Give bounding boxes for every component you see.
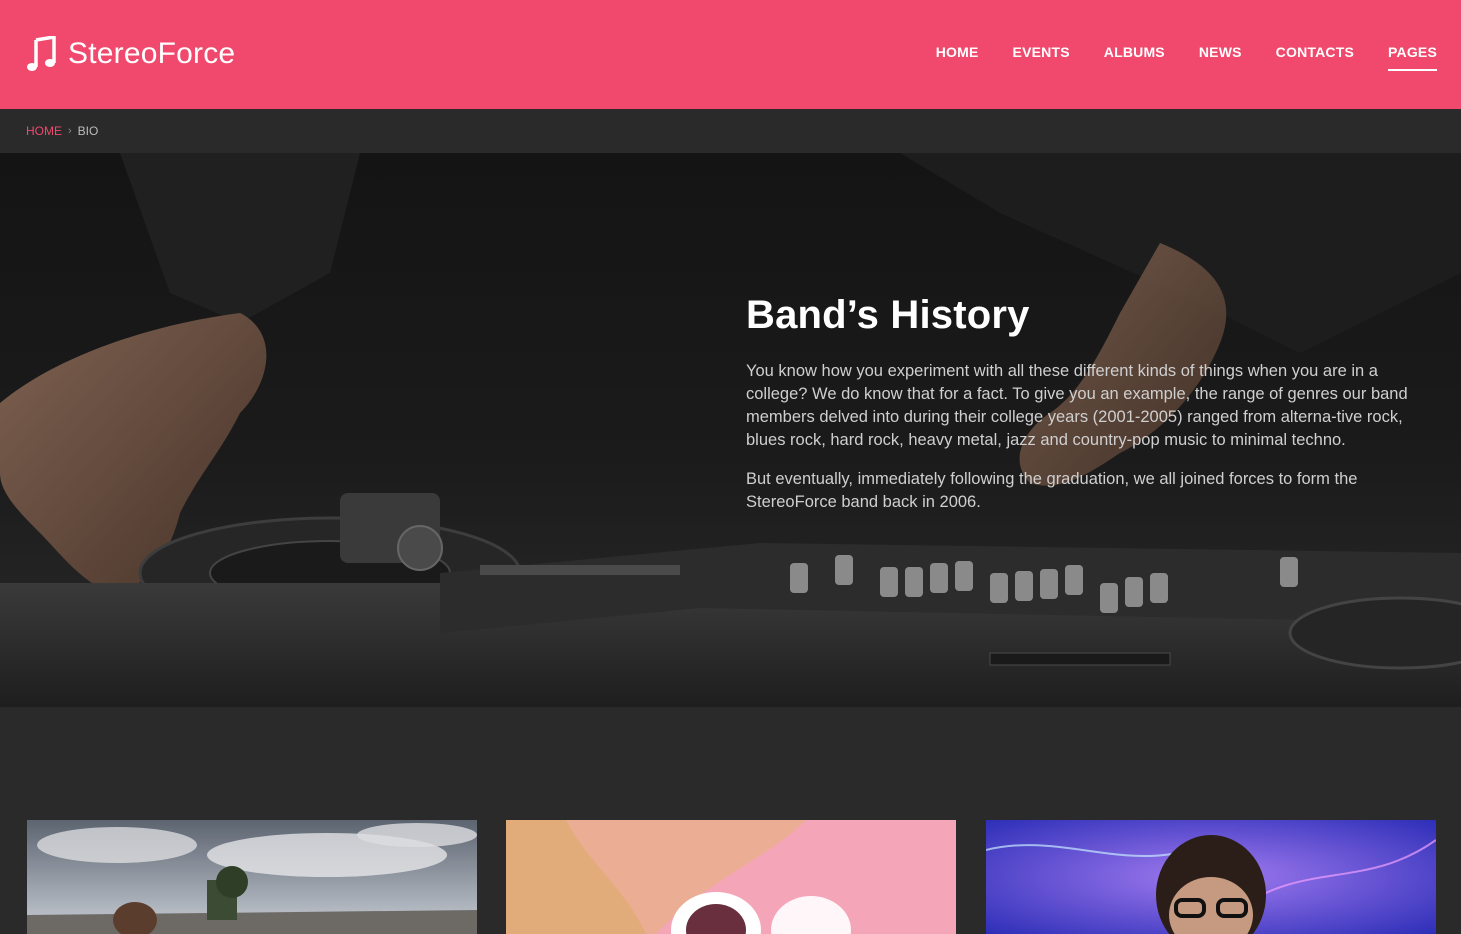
hero-content: Band’s History You know how you experime… [746,293,1436,530]
breadcrumb-separator: › [68,125,72,137]
breadcrumb-home-link[interactable]: HOME [26,124,62,138]
breadcrumb-current: BIO [77,124,99,138]
hero-paragraph-2: But eventually, immediately following th… [746,470,1358,511]
nav-item-home[interactable]: HOME [936,40,979,71]
member-photo-3[interactable] [986,820,1436,934]
music-note-icon [26,36,58,72]
nav-item-events[interactable]: EVENTS [1013,40,1070,71]
member-photo-2[interactable] [506,820,956,934]
nav-item-pages[interactable]: PAGES [1388,40,1437,71]
site-logo[interactable]: StereoForce [26,34,235,74]
hero-title: Band’s History [746,293,1030,337]
nav-item-albums[interactable]: ALBUMS [1104,40,1165,71]
breadcrumb: HOME › BIO [0,109,1461,153]
hero-section: Band’s History You know how you experime… [0,153,1461,707]
main-nav: HOME EVENTS ALBUMS NEWS CONTACTS PAGES [902,40,1437,71]
brand-name: StereoForce [68,37,236,70]
nav-item-contacts[interactable]: CONTACTS [1276,40,1354,71]
site-header: StereoForce HOME EVENTS ALBUMS NEWS CONT… [0,0,1461,109]
member-photo-1[interactable] [27,820,477,934]
nav-item-news[interactable]: NEWS [1199,40,1242,71]
member-gallery [0,707,1461,934]
hero-paragraph-1: You know how you experiment with all the… [746,362,1408,449]
